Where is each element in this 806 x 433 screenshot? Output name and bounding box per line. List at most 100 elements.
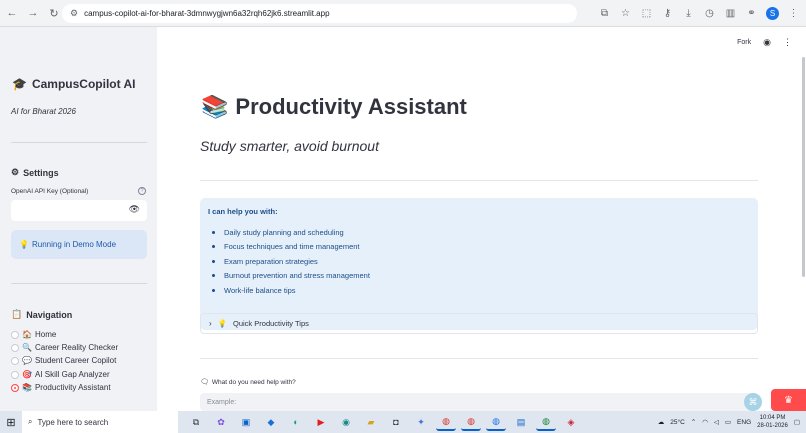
lightbulb-icon: 💡	[217, 319, 228, 328]
battery-icon[interactable]: ▭	[725, 418, 731, 426]
api-key-input[interactable]: 👁	[11, 200, 147, 221]
weather-icon[interactable]: ☁	[658, 418, 665, 426]
clock[interactable]: 10:04 PM 28-01-2026	[757, 414, 788, 430]
link-icon[interactable]: ⚭	[743, 5, 760, 22]
chevron-up-icon[interactable]: ⌃	[691, 418, 696, 426]
weather-text[interactable]: 25°C	[670, 419, 685, 426]
store-icon[interactable]: ▣	[236, 413, 256, 431]
nav-label[interactable]: Home	[35, 330, 56, 339]
bullet-icon	[212, 230, 215, 234]
app-icon[interactable]: ◆	[261, 413, 281, 431]
extensions-icon[interactable]: ⬚	[638, 5, 655, 22]
list-item-text: Focus techniques and time management	[224, 242, 360, 252]
chrome-icon[interactable]: ◍	[536, 413, 556, 431]
install-icon[interactable]: ⧉	[596, 5, 613, 22]
profile-icon[interactable]: S	[764, 5, 781, 22]
app-icon[interactable]: ◘	[386, 413, 406, 431]
chrome-icon[interactable]: ◍	[486, 413, 506, 431]
nav-radio-productivity-assistant[interactable]: 📚 Productivity Assistant	[11, 383, 111, 392]
list-item-text: Burnout prevention and stress management	[224, 271, 370, 281]
speaker-icon[interactable]: ◁	[714, 418, 719, 426]
menu-icon[interactable]: ⋮	[785, 5, 802, 22]
main-divider	[200, 358, 758, 359]
wifi-icon[interactable]: ◠	[702, 418, 708, 426]
nav-radio-home[interactable]: 🏠 Home	[11, 330, 56, 339]
list-item: Daily study planning and scheduling	[208, 225, 370, 240]
books-icon: 📚	[22, 383, 32, 392]
back-icon[interactable]: ←	[3, 4, 21, 22]
streamlit-logo-icon[interactable]: ⌘	[744, 393, 762, 411]
site-info-icon[interactable]: ⚙	[70, 8, 78, 19]
radio-button[interactable]	[11, 356, 19, 365]
taskbar-search[interactable]: ⌕ Type here to search	[22, 411, 178, 433]
address-bar[interactable]: ⚙ campus-copilot-ai-for-bharat-3dmnwygjw…	[62, 4, 577, 23]
radio-button[interactable]	[11, 343, 19, 352]
page-title-text: Productivity Assistant	[235, 94, 467, 119]
info-list: Daily study planning and scheduling Focu…	[208, 225, 370, 298]
github-icon[interactable]: ◉	[763, 37, 771, 48]
speech-bubble-icon: 🗨	[200, 379, 209, 386]
reload-icon[interactable]: ↻	[45, 4, 63, 22]
clock-date: 28-01-2026	[757, 423, 788, 429]
history-icon[interactable]: ◷	[701, 5, 718, 22]
nav-radio-ai-skill-gap-analyzer[interactable]: 🎯 AI Skill Gap Analyzer	[11, 370, 110, 379]
settings-heading: ⚙ Settings	[11, 167, 59, 178]
chrome-icon[interactable]: ◍	[461, 413, 481, 431]
password-icon[interactable]: ⚷	[659, 5, 676, 22]
youtube-icon[interactable]: ▶	[311, 413, 331, 431]
quick-tips-expander[interactable]: › 💡 Quick Productivity Tips	[200, 313, 758, 334]
nav-radio-student-career-copilot[interactable]: 💬 Student Career Copilot	[11, 356, 116, 365]
list-item-text: Exam preparation strategies	[224, 256, 318, 266]
url-text[interactable]: campus-copilot-ai-for-bharat-3dmnwygjwn6…	[84, 9, 329, 18]
fork-button[interactable]: Fork	[737, 39, 751, 46]
list-item-text: Daily study planning and scheduling	[224, 227, 344, 237]
browser-actions: ⧉ ☆ ⬚ ⚷ ⤓ ◷ ▥ ⚭ S ⋮	[596, 5, 802, 22]
info-heading: I can help you with:	[208, 207, 278, 216]
expander-label[interactable]: Quick Productivity Tips	[233, 319, 309, 328]
nav-radio-career-reality-checker[interactable]: 🔍 Career Reality Checker	[11, 343, 118, 352]
chat-input[interactable]: Example:	[200, 393, 758, 411]
chrome-icon[interactable]: ◍	[436, 413, 456, 431]
kebab-menu-icon[interactable]: ⋮	[783, 37, 792, 48]
search-icon: ⌕	[28, 417, 33, 426]
chat-placeholder[interactable]: Example:	[207, 399, 236, 406]
sidebar-icon[interactable]: ▥	[722, 5, 739, 22]
file-explorer-icon[interactable]: ▰	[361, 413, 381, 431]
crown-icon[interactable]: ♛	[771, 389, 806, 411]
app-icon[interactable]: ◐	[286, 413, 306, 431]
scrollbar[interactable]	[802, 57, 805, 277]
nav-label[interactable]: AI Skill Gap Analyzer	[35, 370, 110, 379]
app-icon[interactable]: ▤	[511, 413, 531, 431]
sidebar-divider	[11, 283, 147, 284]
list-item: Burnout prevention and stress management	[208, 269, 370, 284]
forward-icon[interactable]: →	[24, 4, 42, 22]
windows-start-icon[interactable]: ⊞	[0, 411, 22, 433]
download-icon[interactable]: ⤓	[680, 5, 697, 22]
chat-label: 🗨 What do you need help with?	[200, 378, 296, 387]
app-icon[interactable]: ◈	[561, 413, 581, 431]
notification-icon[interactable]: ▢	[794, 418, 800, 426]
task-view-icon[interactable]: ⧉	[186, 413, 206, 431]
radio-button-selected[interactable]	[11, 383, 19, 392]
edge-icon[interactable]: ◉	[336, 413, 356, 431]
star-icon[interactable]: ☆	[617, 5, 634, 22]
language-indicator[interactable]: ENG	[737, 419, 751, 426]
magnifier-icon: 🔍	[22, 343, 32, 352]
lightbulb-icon: 💡	[19, 240, 29, 249]
nav-label[interactable]: Student Career Copilot	[35, 356, 116, 365]
taskbar-search-placeholder[interactable]: Type here to search	[37, 418, 108, 427]
gemini-icon[interactable]: ✦	[411, 413, 431, 431]
main-divider	[200, 180, 758, 181]
demo-mode-text: Running in Demo Mode	[31, 240, 117, 249]
speech-bubble-icon: 💬	[22, 356, 32, 365]
nav-label[interactable]: Productivity Assistant	[35, 383, 111, 392]
chat-label-text: What do you need help with?	[211, 378, 296, 386]
help-icon[interactable]: ?	[138, 187, 146, 195]
info-alert: I can help you with: Daily study plannin…	[200, 198, 758, 330]
radio-button[interactable]	[11, 330, 19, 339]
eye-icon[interactable]: 👁	[129, 204, 140, 215]
nav-label[interactable]: Career Reality Checker	[35, 343, 118, 352]
copilot-icon[interactable]: ✿	[211, 413, 231, 431]
radio-button[interactable]	[11, 370, 19, 379]
chevron-right-icon[interactable]: ›	[209, 319, 212, 328]
